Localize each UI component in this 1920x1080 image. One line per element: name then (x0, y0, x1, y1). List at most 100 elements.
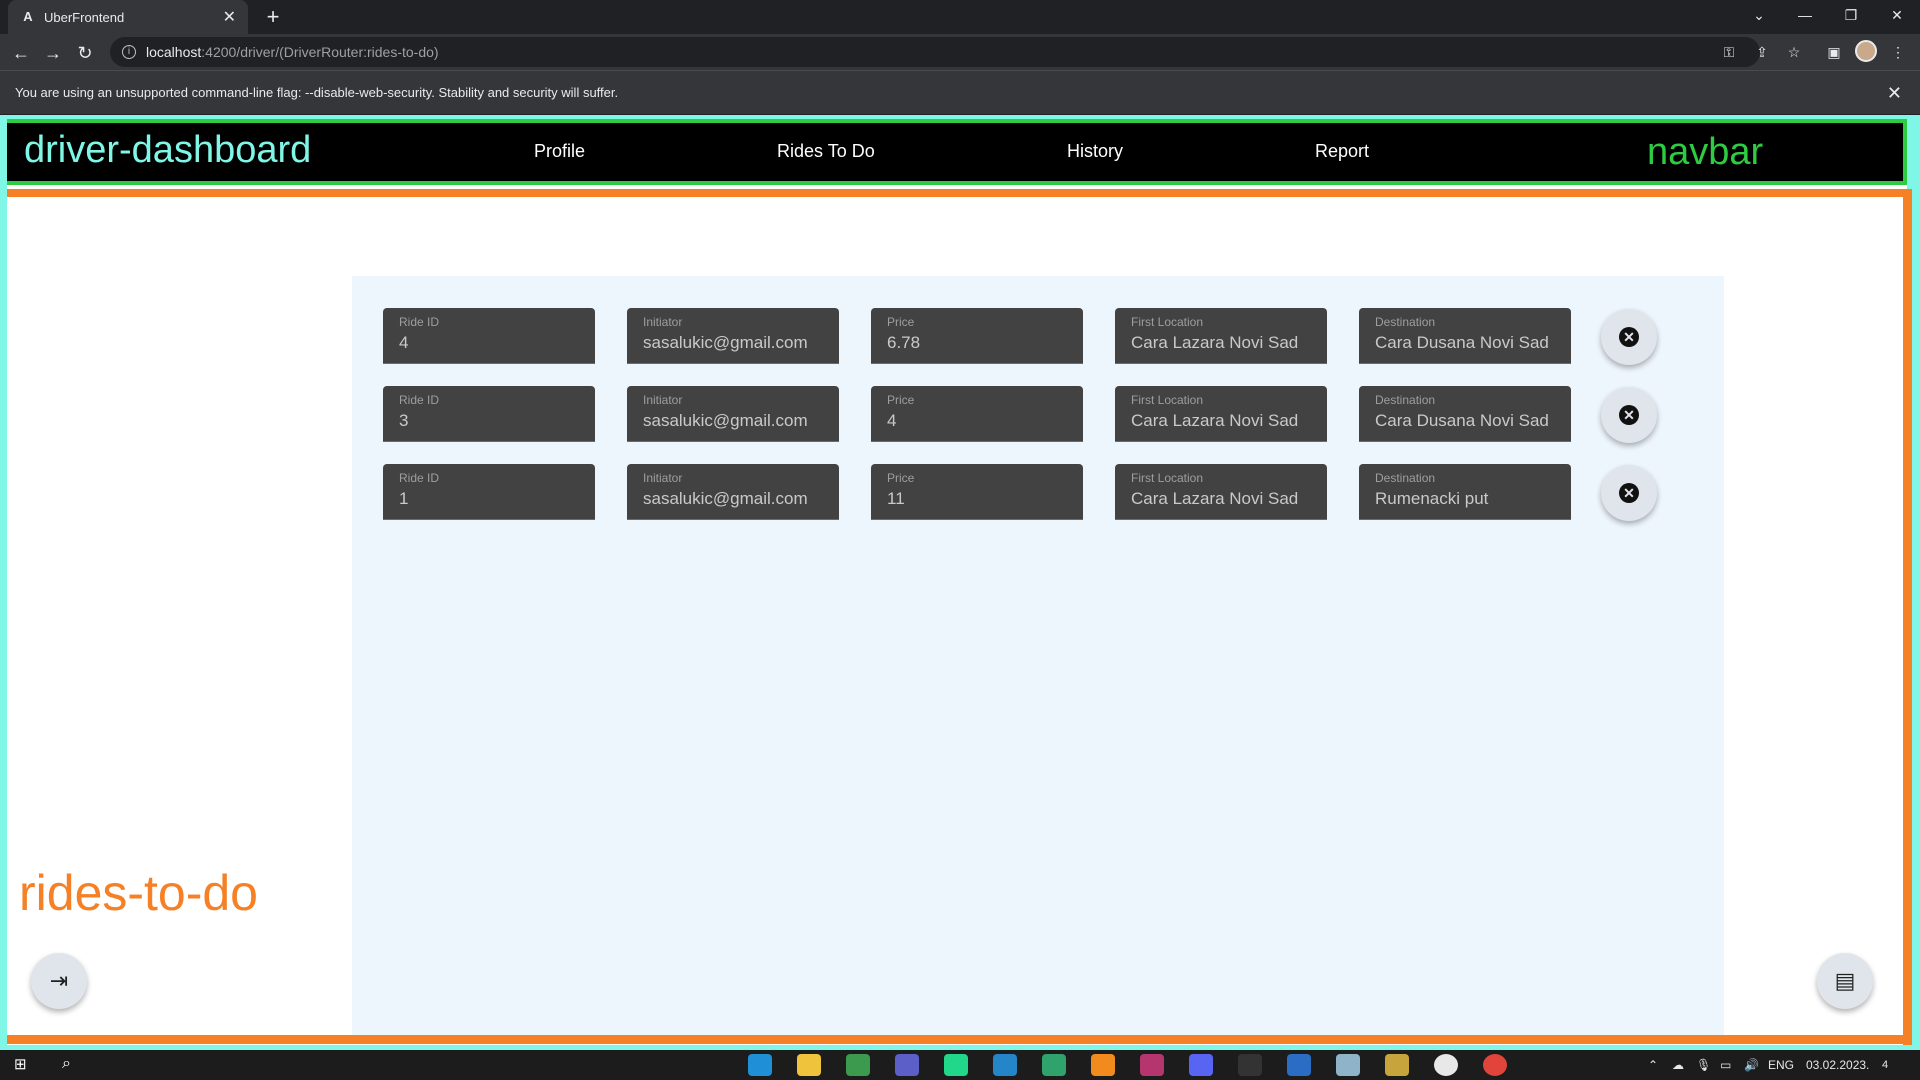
terminal-icon[interactable] (1238, 1054, 1262, 1076)
tray-overflow-icon[interactable]: ⌃ (1648, 1050, 1658, 1080)
field-label: Destination (1375, 471, 1436, 485)
logout-button[interactable]: ⇥ (31, 953, 87, 1009)
close-window-button[interactable]: ✕ (1874, 0, 1920, 30)
navbar-component-tag: navbar (1647, 131, 1764, 173)
first-location-field[interactable]: First Location Cara Lazara Novi Sad (1115, 386, 1327, 442)
field-label: Ride ID (399, 393, 440, 407)
field-value: sasalukic@gmail.com (643, 333, 808, 352)
tab-search-icon[interactable]: ⌄ (1736, 0, 1782, 30)
menu-icon[interactable]: ⋮ (1888, 42, 1908, 62)
app-icon[interactable] (1385, 1054, 1409, 1076)
key-icon[interactable]: ⚿ (1719, 42, 1739, 62)
nav-report[interactable]: Report (1315, 141, 1369, 162)
search-icon[interactable]: ⌕ (62, 1055, 71, 1073)
microphone-icon[interactable]: 🎙 (1696, 1050, 1711, 1080)
nav-rides-to-do[interactable]: Rides To Do (777, 141, 875, 162)
field-label: First Location (1131, 315, 1204, 329)
bookmark-star-icon[interactable]: ☆ (1784, 42, 1804, 62)
cancel-ride-button[interactable]: ✕ (1601, 465, 1657, 521)
date-display[interactable]: 03.02.2023. (1806, 1050, 1869, 1080)
teams-icon[interactable] (895, 1054, 919, 1076)
chrome-canary-icon[interactable] (846, 1054, 870, 1076)
destination-field[interactable]: Destination Cara Dusana Novi Sad (1359, 386, 1571, 442)
close-infobar-icon[interactable]: ✕ (1887, 71, 1902, 115)
share-icon[interactable]: ⇪ (1752, 42, 1772, 62)
restore-button[interactable]: ❐ (1828, 0, 1874, 30)
site-info-icon[interactable]: i (122, 45, 136, 59)
edge-icon[interactable] (748, 1054, 772, 1076)
language-indicator[interactable]: ENG (1768, 1050, 1794, 1080)
angular-favicon-icon: A (23, 9, 33, 24)
url-host: localhost (146, 44, 202, 60)
app-icon[interactable] (1042, 1054, 1066, 1076)
price-field[interactable]: Price 6.78 (871, 308, 1083, 364)
network-icon[interactable]: ▭ (1720, 1050, 1731, 1080)
notification-count[interactable]: 4 (1882, 1050, 1888, 1080)
warning-infobar: You are using an unsupported command-lin… (0, 70, 1920, 114)
browser-toolbar: ← → ↻ i localhost :4200/driver/(DriverRo… (0, 34, 1920, 70)
reload-button[interactable]: ↻ (72, 40, 98, 66)
field-value: 3 (399, 411, 409, 430)
app-icon[interactable] (1483, 1054, 1507, 1076)
field-value: 4 (399, 333, 409, 352)
cancel-ride-button[interactable]: ✕ (1601, 387, 1657, 443)
new-tab-button[interactable]: + (260, 4, 286, 30)
field-label: Destination (1375, 393, 1436, 407)
initiator-field[interactable]: Initiator sasalukic@gmail.com (627, 386, 839, 442)
field-value: sasalukic@gmail.com (643, 489, 808, 508)
word-icon[interactable] (1287, 1054, 1311, 1076)
back-button[interactable]: ← (8, 40, 34, 66)
field-value: 4 (887, 411, 897, 430)
destination-field[interactable]: Destination Cara Dusana Novi Sad (1359, 308, 1571, 364)
component-border-top (7, 189, 1907, 197)
vscode-icon[interactable] (993, 1054, 1017, 1076)
first-location-field[interactable]: First Location Cara Lazara Novi Sad (1115, 308, 1327, 364)
field-value: sasalukic@gmail.com (643, 411, 808, 430)
ride-id-field[interactable]: Ride ID 3 (383, 386, 595, 442)
infobar-message: You are using an unsupported command-lin… (15, 85, 619, 100)
chat-button[interactable]: ▤ (1817, 953, 1873, 1009)
sublime-icon[interactable] (1091, 1054, 1115, 1076)
rides-to-do-component-tag: rides-to-do (19, 865, 258, 921)
field-value: 1 (399, 489, 409, 508)
chrome-icon[interactable] (1434, 1054, 1458, 1076)
intellij-icon[interactable] (1140, 1054, 1164, 1076)
field-value: Cara Lazara Novi Sad (1131, 411, 1299, 430)
file-explorer-icon[interactable] (797, 1054, 821, 1076)
onedrive-icon[interactable]: ☁ (1672, 1050, 1684, 1080)
price-field[interactable]: Price 11 (871, 464, 1083, 520)
field-label: Price (887, 315, 915, 329)
ride-id-field[interactable]: Ride ID 4 (383, 308, 595, 364)
initiator-field[interactable]: Initiator sasalukic@gmail.com (627, 308, 839, 364)
url-path: :4200/driver/(DriverRouter:rides-to-do) (201, 44, 439, 60)
notes-icon[interactable] (1336, 1054, 1360, 1076)
volume-icon[interactable]: 🔊 (1744, 1050, 1759, 1080)
windows-start-icon[interactable]: ⊞ (14, 1057, 30, 1073)
nav-history[interactable]: History (1067, 141, 1123, 162)
cancel-icon: ✕ (1619, 483, 1639, 503)
field-label: Price (887, 393, 915, 407)
ride-id-field[interactable]: Ride ID 1 (383, 464, 595, 520)
side-panel-icon[interactable]: ▣ (1824, 42, 1844, 62)
page-viewport: driver-dashboard Profile Rides To Do His… (0, 115, 1920, 1050)
field-value: Cara Lazara Novi Sad (1131, 333, 1299, 352)
browser-tabstrip: A UberFrontend ✕ + ⌄ — ❐ ✕ (0, 0, 1920, 34)
price-field[interactable]: Price 4 (871, 386, 1083, 442)
nav-profile[interactable]: Profile (534, 141, 585, 162)
forward-button[interactable]: → (40, 40, 66, 66)
field-value: Cara Lazara Novi Sad (1131, 489, 1299, 508)
cancel-ride-button[interactable]: ✕ (1601, 309, 1657, 365)
profile-avatar[interactable] (1855, 40, 1877, 62)
browser-tab[interactable]: A UberFrontend ✕ (8, 0, 248, 34)
field-value: Cara Dusana Novi Sad (1375, 333, 1549, 352)
minimize-button[interactable]: — (1782, 0, 1828, 30)
field-label: Ride ID (399, 315, 440, 329)
discord-icon[interactable] (1189, 1054, 1213, 1076)
pycharm-icon[interactable] (944, 1054, 968, 1076)
app-frame: driver-dashboard Profile Rides To Do His… (7, 119, 1912, 1045)
address-bar[interactable]: i localhost :4200/driver/(DriverRouter:r… (110, 37, 1760, 67)
close-tab-icon[interactable]: ✕ (223, 7, 236, 27)
initiator-field[interactable]: Initiator sasalukic@gmail.com (627, 464, 839, 520)
first-location-field[interactable]: First Location Cara Lazara Novi Sad (1115, 464, 1327, 520)
destination-field[interactable]: Destination Rumenacki put (1359, 464, 1571, 520)
